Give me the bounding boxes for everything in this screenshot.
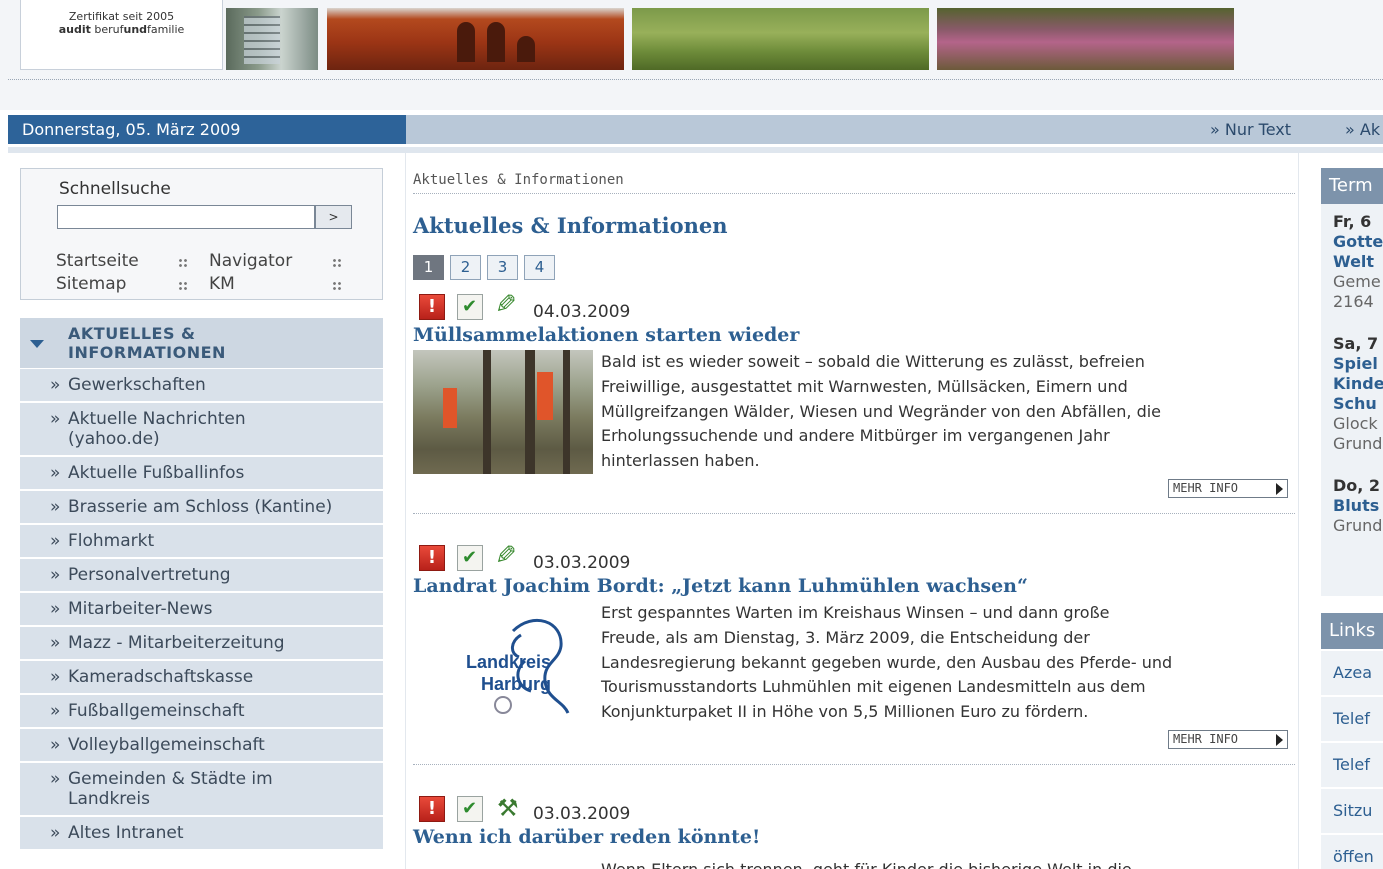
more-info-button[interactable]: MEHR INFO [1168,479,1288,498]
breadcrumb: Aktuelles & Informationen [413,172,624,188]
grid-icon [332,281,342,291]
nav-item-mitarbeiter-news[interactable]: » Mitarbeiter-News [20,593,383,627]
news-article: 03.03.2009 Wenn ich darüber reden könnte… [413,795,1295,869]
search-label: Schnellsuche [59,179,171,199]
nav-section-title: AKTUELLES & INFORMATIONEN [68,324,226,362]
check-icon [457,294,483,320]
nav-item-fussballinfos[interactable]: » Aktuelle Fußballinfos [20,457,383,491]
tools-icon[interactable] [495,795,521,822]
links-box: Links Azea Telef Telef Sitzu öffen [1321,613,1383,869]
quick-search-box: Schnellsuche > Startseite Navigator Site… [20,168,383,300]
certificate-line2: audit berufundfamilie [58,23,185,36]
article-title[interactable]: Müllsammelaktionen starten wieder [413,324,799,346]
article-divider [413,764,1295,765]
page-4-button[interactable]: 4 [524,255,555,280]
search-button[interactable]: > [315,205,352,229]
nav-item-gewerkschaften[interactable]: » Gewerkschaften [20,369,383,403]
current-date: Donnerstag, 05. März 2009 [8,115,406,144]
nav-item-fussballgemeinschaft[interactable]: » Fußballgemeinschaft [20,695,383,729]
link-km[interactable]: KM [209,274,235,294]
news-article: 03.03.2009 Landrat Joachim Bordt: „Jetzt… [413,545,1295,765]
landkreis-harburg-logo: Landkreis Harburg [413,601,593,725]
nav-item-mazz[interactable]: » Mazz - Mitarbeiterzeitung [20,627,383,661]
edit-icon[interactable] [495,545,521,571]
article-teaser: Wenn Eltern sich trennen, geht für Kinde… [601,858,1291,869]
more-info-button[interactable]: MEHR INFO [1168,730,1288,749]
link-item[interactable]: öffen [1321,833,1383,869]
page-2-button[interactable]: 2 [450,255,481,280]
header-divider [8,79,1383,80]
alert-icon [419,545,445,571]
events-box: Term Fr, 6 Gotte Welt Geme 2164 Sa, 7 Sp… [1321,168,1383,596]
breadcrumb-divider [413,193,1295,194]
article-date: 03.03.2009 [533,553,631,573]
top-link-cut[interactable]: » Ak [1345,115,1380,144]
link-startseite[interactable]: Startseite [56,251,139,271]
grid-icon [178,281,188,291]
link-item[interactable]: Telef [1321,741,1383,787]
article-teaser: Bald ist es wieder soweit – sobald die W… [601,352,1162,471]
link-navigator[interactable]: Navigator [209,251,292,271]
link-item[interactable]: Telef [1321,695,1383,741]
page-1-button[interactable]: 1 [413,255,444,280]
alert-icon [419,796,445,822]
nav-item-flohmarkt[interactable]: » Flohmarkt [20,525,383,559]
nav-item-kameradschaftskasse[interactable]: » Kameradschaftskasse [20,661,383,695]
search-input[interactable] [57,205,315,229]
news-article: 04.03.2009 Müllsammelaktionen starten wi… [413,294,1295,514]
logo-text: Landkreis Harburg [465,652,551,694]
article-divider [413,513,1295,514]
nav-item-gemeinden[interactable]: » Gemeinden & Städte im Landkreis [20,763,383,817]
nav-item-personalvertretung[interactable]: » Personalvertretung [20,559,383,593]
edit-icon[interactable] [495,294,521,320]
date-bar: Donnerstag, 05. März 2009 » Nur Text » A… [8,115,1383,144]
link-sitemap[interactable]: Sitemap [56,274,126,294]
event-entry[interactable]: Sa, 7 Spiel Kinde Schu Glock Grund [1321,312,1383,454]
nav-section-aktuelles[interactable]: AKTUELLES & INFORMATIONEN [20,318,383,369]
page-3-button[interactable]: 3 [487,255,518,280]
events-heading: Term [1321,168,1383,204]
link-item[interactable]: Azea [1321,649,1383,695]
certificate-badge: Zertifikat seit 2005 audit berufundfamil… [20,0,223,70]
grid-icon [178,258,188,268]
article-date: 03.03.2009 [533,804,631,824]
links-heading: Links [1321,613,1383,649]
nav-item-altes-intranet[interactable]: » Altes Intranet [20,817,383,851]
nav-item-volleyball[interactable]: » Volleyballgemeinschaft [20,729,383,763]
article-teaser: Erst gespanntes Warten im Kreishaus Wins… [601,603,1173,722]
nav-item-aktuelle-nachrichten[interactable]: » Aktuelle Nachrichten (yahoo.de) [20,403,383,457]
event-entry[interactable]: Do, 2 Bluts Grund [1321,454,1383,536]
nav-item-brasserie[interactable]: » Brasserie am Schloss (Kantine) [20,491,383,525]
header-photo-heath [937,8,1234,70]
article-title[interactable]: Wenn ich darüber reden könnte! [413,826,760,848]
text-only-link[interactable]: » Nur Text [1210,115,1291,144]
header-photo-church [327,8,624,70]
header-photo-building [226,8,318,70]
triangle-down-icon [30,340,44,348]
certificate-line1: Zertifikat seit 2005 [68,10,175,23]
check-icon [457,545,483,571]
article-photo-cleanup [413,350,593,474]
check-icon [457,796,483,822]
site-header: Zertifikat seit 2005 audit berufundfamil… [0,0,1383,110]
grid-icon [332,258,342,268]
alert-icon [419,294,445,320]
link-item[interactable]: Sitzu [1321,787,1383,833]
sidebar-nav: AKTUELLES & INFORMATIONEN » Gewerkschaften… [20,318,383,869]
article-title[interactable]: Landrat Joachim Bordt: „Jetzt kann Luhmü… [413,575,1028,597]
page-title: Aktuelles & Informationen [413,213,728,238]
main-content: Aktuelles & Informationen Aktuelles & In… [405,153,1299,869]
header-photo-meadow [632,8,929,70]
article-date: 04.03.2009 [533,302,631,322]
event-entry[interactable]: Fr, 6 Gotte Welt Geme 2164 [1321,204,1383,312]
